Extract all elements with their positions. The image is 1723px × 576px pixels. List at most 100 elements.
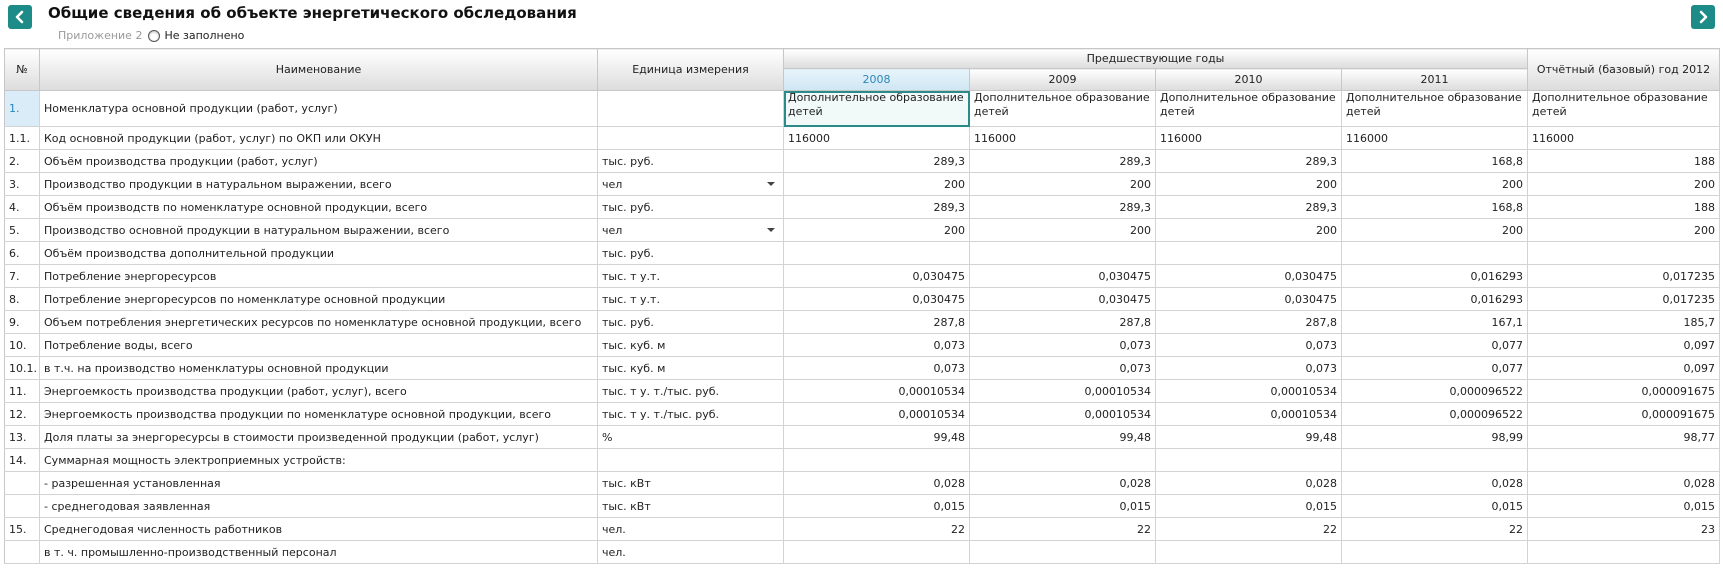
value-cell[interactable]: 0,073 — [1155, 333, 1342, 357]
value-cell[interactable]: 0,00010534 — [1155, 379, 1342, 403]
value-cell[interactable]: 185,7 — [1527, 310, 1720, 334]
value-cell[interactable]: 99,48 — [783, 425, 970, 449]
value-cell[interactable]: 0,073 — [1155, 356, 1342, 380]
value-cell[interactable]: 0,030475 — [1155, 287, 1342, 311]
value-cell[interactable]: 0,00010534 — [783, 379, 970, 403]
value-cell[interactable] — [1341, 241, 1528, 265]
value-cell[interactable]: 200 — [969, 172, 1156, 196]
value-cell[interactable]: 287,8 — [783, 310, 970, 334]
value-cell[interactable]: 289,3 — [969, 149, 1156, 173]
value-cell[interactable]: 116000 — [1341, 126, 1528, 150]
value-cell[interactable]: 0,028 — [1155, 471, 1342, 495]
value-cell[interactable] — [783, 448, 970, 472]
value-cell[interactable]: 0,028 — [969, 471, 1156, 495]
value-cell[interactable] — [1341, 540, 1528, 564]
value-cell[interactable]: 0,077 — [1341, 356, 1528, 380]
value-cell[interactable] — [1155, 540, 1342, 564]
value-cell[interactable]: 0,097 — [1527, 333, 1720, 357]
value-cell[interactable]: 200 — [783, 172, 970, 196]
value-cell[interactable]: 0,015 — [1155, 494, 1342, 518]
value-cell[interactable]: 0,00010534 — [969, 402, 1156, 426]
value-cell[interactable]: 0,015 — [969, 494, 1156, 518]
value-cell[interactable]: 200 — [1341, 218, 1528, 242]
value-cell[interactable]: 0,028 — [783, 471, 970, 495]
value-cell[interactable]: 22 — [969, 517, 1156, 541]
value-cell[interactable]: 116000 — [1527, 126, 1720, 150]
value-cell[interactable] — [969, 540, 1156, 564]
value-cell[interactable]: 188 — [1527, 195, 1720, 219]
value-cell[interactable] — [969, 448, 1156, 472]
column-header-year-2008[interactable]: 2008 — [783, 68, 970, 91]
value-cell[interactable] — [1527, 448, 1720, 472]
value-cell[interactable]: 0,030475 — [1155, 264, 1342, 288]
value-cell[interactable] — [783, 241, 970, 265]
value-cell[interactable]: 0,000096522 — [1341, 379, 1528, 403]
value-cell[interactable]: 0,017235 — [1527, 287, 1720, 311]
value-cell[interactable]: 168,8 — [1341, 149, 1528, 173]
value-cell[interactable]: 99,48 — [1155, 425, 1342, 449]
value-cell[interactable]: Дополнительное образование детей — [1155, 90, 1342, 127]
value-cell[interactable]: 0,00010534 — [783, 402, 970, 426]
value-cell[interactable]: 0,097 — [1527, 356, 1720, 380]
value-cell[interactable]: 0,016293 — [1341, 287, 1528, 311]
value-cell[interactable]: 22 — [783, 517, 970, 541]
unit-select[interactable]: чел — [597, 218, 784, 242]
value-cell[interactable]: 0,015 — [1341, 494, 1528, 518]
value-cell[interactable]: Дополнительное образование детей — [1341, 90, 1528, 127]
value-cell[interactable]: 0,030475 — [969, 264, 1156, 288]
unit-select[interactable]: чел — [597, 172, 784, 196]
value-cell[interactable]: 200 — [1527, 218, 1720, 242]
value-cell[interactable]: 0,073 — [783, 333, 970, 357]
value-cell[interactable]: 200 — [969, 218, 1156, 242]
column-header-year-2009[interactable]: 2009 — [969, 68, 1156, 91]
value-cell[interactable]: 168,8 — [1341, 195, 1528, 219]
value-cell[interactable]: 0,073 — [969, 333, 1156, 357]
value-cell[interactable]: 0,00010534 — [969, 379, 1156, 403]
value-cell[interactable]: 22 — [1155, 517, 1342, 541]
value-cell[interactable]: 99,48 — [969, 425, 1156, 449]
value-cell[interactable]: Дополнительное образование детей — [969, 90, 1156, 127]
value-cell[interactable]: Дополнительное образование детей — [783, 90, 970, 127]
value-cell[interactable] — [969, 241, 1156, 265]
value-cell[interactable]: 0,073 — [969, 356, 1156, 380]
value-cell[interactable] — [1527, 540, 1720, 564]
value-cell[interactable] — [1341, 448, 1528, 472]
dropdown-arrow-icon[interactable] — [767, 228, 775, 232]
value-cell[interactable]: 23 — [1527, 517, 1720, 541]
value-cell[interactable]: 0,015 — [783, 494, 970, 518]
value-cell[interactable] — [1155, 241, 1342, 265]
previous-page-button[interactable] — [8, 5, 32, 29]
value-cell[interactable]: 0,017235 — [1527, 264, 1720, 288]
value-cell[interactable]: 0,000091675 — [1527, 402, 1720, 426]
value-cell[interactable]: 188 — [1527, 149, 1720, 173]
value-cell[interactable]: 0,073 — [783, 356, 970, 380]
value-cell[interactable]: 167,1 — [1341, 310, 1528, 334]
value-cell[interactable]: 0,028 — [1341, 471, 1528, 495]
value-cell[interactable]: 200 — [783, 218, 970, 242]
value-cell[interactable]: 0,000091675 — [1527, 379, 1720, 403]
value-cell[interactable]: 289,3 — [1155, 149, 1342, 173]
value-cell[interactable]: 287,8 — [1155, 310, 1342, 334]
value-cell[interactable]: 0,030475 — [783, 264, 970, 288]
value-cell[interactable]: 0,030475 — [783, 287, 970, 311]
value-cell[interactable]: 98,77 — [1527, 425, 1720, 449]
value-cell[interactable]: 0,000096522 — [1341, 402, 1528, 426]
value-cell[interactable]: Дополнительное образование детей — [1527, 90, 1720, 127]
value-cell[interactable]: 0,00010534 — [1155, 402, 1342, 426]
value-cell[interactable]: 200 — [1341, 172, 1528, 196]
value-cell[interactable]: 289,3 — [783, 149, 970, 173]
value-cell[interactable]: 289,3 — [783, 195, 970, 219]
value-cell[interactable]: 289,3 — [1155, 195, 1342, 219]
value-cell[interactable]: 289,3 — [969, 195, 1156, 219]
value-cell[interactable] — [1527, 241, 1720, 265]
value-cell[interactable]: 98,99 — [1341, 425, 1528, 449]
value-cell[interactable]: 116000 — [783, 126, 970, 150]
value-cell[interactable]: 0,016293 — [1341, 264, 1528, 288]
dropdown-arrow-icon[interactable] — [767, 182, 775, 186]
value-cell[interactable]: 200 — [1527, 172, 1720, 196]
value-cell[interactable]: 0,030475 — [969, 287, 1156, 311]
value-cell[interactable]: 287,8 — [969, 310, 1156, 334]
next-page-button[interactable] — [1691, 5, 1715, 29]
value-cell[interactable] — [1155, 448, 1342, 472]
value-cell[interactable]: 0,015 — [1527, 494, 1720, 518]
